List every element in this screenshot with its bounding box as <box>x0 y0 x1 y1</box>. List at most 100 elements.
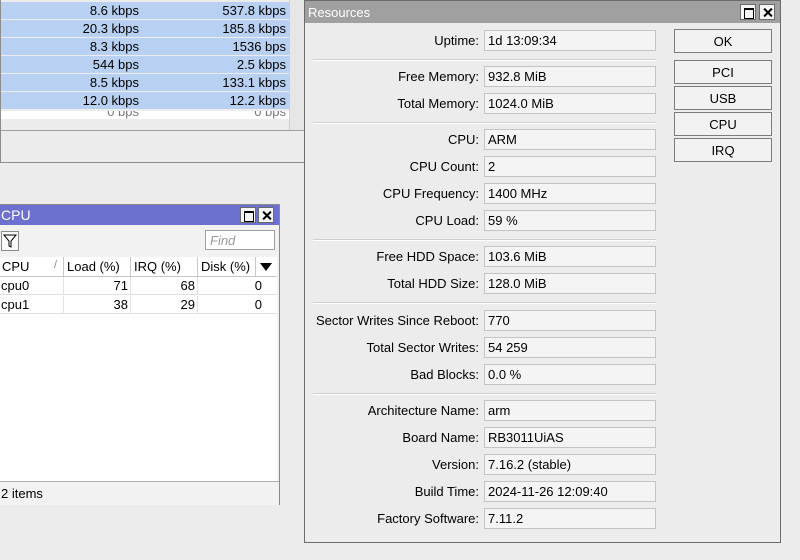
divider <box>313 59 656 61</box>
table-header: CPU / Load (%) IRQ (%) Disk (%) <box>0 257 277 277</box>
column-header-irq[interactable]: IRQ (%) <box>131 257 198 277</box>
irq-cell: 68 <box>180 278 195 293</box>
factory-software-row: Factory Software: 7.11.2 <box>305 508 665 530</box>
column-label: IRQ (%) <box>134 259 181 274</box>
tx-rate: 537.8 kbps <box>222 3 286 18</box>
field-label: Total HDD Size: <box>387 276 479 291</box>
sort-indicator: / <box>53 259 57 271</box>
filter-button[interactable] <box>1 231 19 251</box>
table-row[interactable]: cpu1 38 29 0 <box>0 296 277 314</box>
tx-rate: 12.2 kbps <box>229 93 286 108</box>
disk-cell: 0 <box>254 278 262 293</box>
table-row[interactable]: cpu0 71 68 0 <box>0 277 277 295</box>
column-header-load[interactable]: Load (%) <box>64 257 131 277</box>
sector-writes-row: Sector Writes Since Reboot: 770 <box>305 310 665 332</box>
divider <box>1 130 305 131</box>
column-menu-button[interactable] <box>256 257 277 277</box>
divider <box>313 122 656 124</box>
ok-button[interactable]: OK <box>674 29 772 53</box>
field-label: Build Time: <box>414 484 479 499</box>
cpu-button[interactable]: CPU <box>674 112 772 136</box>
bad-blocks-row: Bad Blocks: 0.0 % <box>305 364 665 386</box>
sector-writes-value[interactable]: 770 <box>484 310 656 331</box>
total-hdd-value[interactable]: 128.0 MiB <box>484 273 656 294</box>
uptime-value[interactable]: 1d 13:09:34 <box>484 30 656 51</box>
architecture-value[interactable]: arm <box>484 400 656 421</box>
column-label: Load (%) <box>67 259 120 274</box>
maximize-icon[interactable] <box>240 207 256 223</box>
cpu-window-titlebar[interactable]: CPU <box>0 205 279 225</box>
pci-button[interactable]: PCI <box>674 60 772 84</box>
field-label: CPU Count: <box>409 159 479 174</box>
rx-rate: 0 bps <box>107 111 139 119</box>
filter-icon <box>3 234 17 248</box>
bad-blocks-value[interactable]: 0.0 % <box>484 364 656 385</box>
cpu-row: CPU: ARM <box>305 129 665 151</box>
cpu-load-value[interactable]: 59 % <box>484 210 656 231</box>
column-label: Disk (%) <box>201 259 251 274</box>
total-memory-row: Total Memory: 1024.0 MiB <box>305 93 665 115</box>
column-header-disk[interactable]: Disk (%) <box>198 257 256 277</box>
close-icon[interactable] <box>759 4 775 20</box>
tx-rate: 2.5 kbps <box>236 57 286 72</box>
field-label: Version: <box>432 457 479 472</box>
board-name-row: Board Name: RB3011UiAS <box>305 427 665 449</box>
close-icon[interactable] <box>258 207 274 223</box>
divider <box>313 239 656 241</box>
load-cell: 71 <box>113 278 128 293</box>
column-header-cpu[interactable]: CPU / <box>0 257 64 277</box>
cpu-name-cell: cpu0 <box>1 278 30 293</box>
tx-rate: 1536 bps <box>232 39 287 54</box>
table-row[interactable]: 8.6 kbps 537.8 kbps <box>1 2 289 19</box>
table-row[interactable]: 0 bps 0 bps <box>1 111 289 119</box>
find-input[interactable] <box>205 230 275 250</box>
resources-window: Resources Uptime: 1d 13:09:34 Free Memor… <box>304 0 781 543</box>
irq-cell: 29 <box>180 297 195 312</box>
cpu-frequency-row: CPU Frequency: 1400 MHz <box>305 183 665 205</box>
board-name-value[interactable]: RB3011UiAS <box>484 427 656 448</box>
tx-rate: 133.1 kbps <box>222 75 286 90</box>
version-value[interactable]: 7.16.2 (stable) <box>484 454 656 475</box>
total-sector-writes-row: Total Sector Writes: 54 259 <box>305 337 665 359</box>
table-row[interactable]: 544 bps 2.5 kbps <box>1 56 289 73</box>
field-label: Total Memory: <box>397 96 479 111</box>
cpu-load-row: CPU Load: 59 % <box>305 210 665 232</box>
cpu-window: CPU CPU / Load (%) IRQ (%) Disk (%) <box>0 204 280 505</box>
free-memory-value[interactable]: 932.8 MiB <box>484 66 656 87</box>
field-label: CPU: <box>447 132 479 147</box>
rx-rate: 8.6 kbps <box>89 3 139 18</box>
cpu-toolbar <box>0 227 279 255</box>
factory-software-value[interactable]: 7.11.2 <box>484 508 656 529</box>
table-row[interactable]: 20.3 kbps 185.8 kbps <box>1 20 289 37</box>
field-label: Architecture Name: <box>367 403 479 418</box>
table-body <box>0 293 277 483</box>
free-hdd-value[interactable]: 103.6 MiB <box>484 246 656 267</box>
column-label: CPU <box>2 259 30 274</box>
load-cell: 38 <box>113 297 128 312</box>
usb-button[interactable]: USB <box>674 86 772 110</box>
field-label: CPU Load: <box>415 213 479 228</box>
tx-rate: 0 bps <box>254 111 286 119</box>
field-label: Uptime: <box>434 33 479 48</box>
total-memory-value[interactable]: 1024.0 MiB <box>484 93 656 114</box>
build-time-row: Build Time: 2024-11-26 12:09:40 <box>305 481 665 503</box>
chevron-down-icon <box>260 263 272 271</box>
table-row[interactable]: 8.3 kbps 1536 bps <box>1 38 289 55</box>
table-row[interactable]: 8.5 kbps 133.1 kbps <box>1 74 289 91</box>
resources-window-title: Resources <box>308 5 371 20</box>
build-time-value[interactable]: 2024-11-26 12:09:40 <box>484 481 656 502</box>
irq-button[interactable]: IRQ <box>674 138 772 162</box>
cpu-name-cell: cpu1 <box>1 297 30 312</box>
cpu-count-value[interactable]: 2 <box>484 156 656 177</box>
item-count: 2 items <box>1 486 43 501</box>
architecture-row: Architecture Name: arm <box>305 400 665 422</box>
table-row[interactable]: 12.0 kbps 12.2 kbps <box>1 92 289 109</box>
total-sector-writes-value[interactable]: 54 259 <box>484 337 656 358</box>
resources-window-titlebar[interactable]: Resources <box>305 1 780 23</box>
maximize-icon[interactable] <box>740 4 756 20</box>
vertical-scrollbar[interactable] <box>289 0 305 130</box>
cpu-value[interactable]: ARM <box>484 129 656 150</box>
field-label: Total Sector Writes: <box>366 340 479 355</box>
cpu-frequency-value[interactable]: 1400 MHz <box>484 183 656 204</box>
field-label: Factory Software: <box>377 511 479 526</box>
